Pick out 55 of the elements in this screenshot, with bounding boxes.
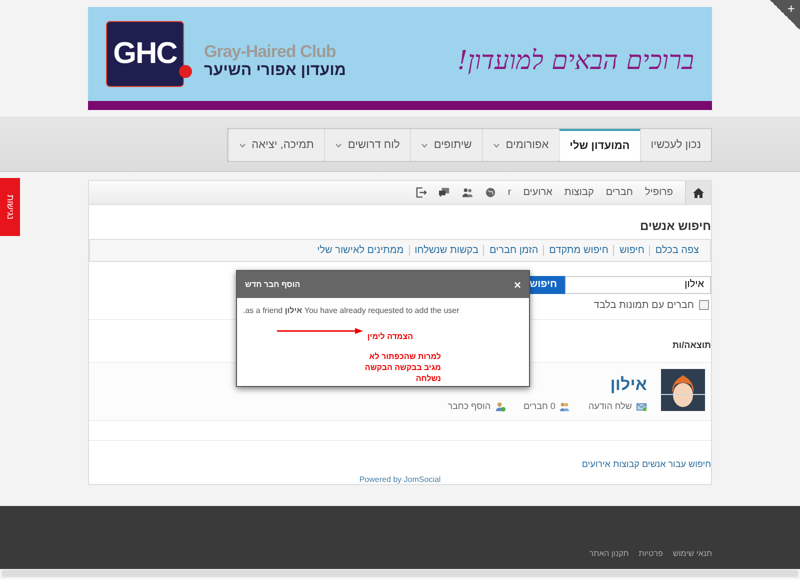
dialog-title: הוסף חבר חדש — [245, 280, 300, 289]
annotation-text: למרות שהכפתור לא מגיב בבקשה הבקשה נשלחה — [364, 351, 441, 385]
caret-icon — [492, 142, 500, 148]
toolbar-link[interactable]: חברים — [606, 187, 633, 198]
avatar[interactable] — [661, 368, 705, 411]
users-icon — [559, 400, 570, 412]
sub-menu-link[interactable]: צפה בכלם — [649, 244, 704, 256]
dot-icon — [179, 64, 192, 78]
sub-menu-link[interactable]: הזמן חברים — [483, 244, 544, 256]
corner-button[interactable]: + — [770, 0, 800, 30]
sub-menu-link[interactable]: חיפוש מתקדם — [543, 244, 614, 256]
user-action[interactable]: הוסף כחבר — [448, 400, 506, 412]
checkbox[interactable] — [699, 300, 709, 310]
menu-tab[interactable]: המועדון שלי — [558, 129, 640, 161]
search-for-text: חיפוש עבור אנשים קבוצות אירועים — [580, 459, 711, 469]
sub-menu-link[interactable]: חיפוש — [613, 244, 650, 256]
checkbox-label: חברים עם תמונות בלבד — [594, 300, 694, 311]
menu-tab[interactable]: לוח דרושים — [324, 129, 410, 161]
club-name: מועדון אפורי השיער — [204, 62, 346, 80]
toolbar-link[interactable]: פרופיל — [644, 187, 673, 198]
menu-tab[interactable]: אפורומים — [482, 129, 559, 161]
results-label: תוצאה/ות — [671, 340, 711, 350]
menu-tab[interactable]: שיתופים — [410, 129, 482, 161]
toolbar-link[interactable]: r — [508, 187, 512, 198]
footer-link[interactable]: תנאי שימוש — [672, 549, 712, 558]
caret-icon — [238, 142, 246, 148]
sub-menu-link[interactable]: ממתינים לאישור שלי — [312, 244, 409, 256]
users-icon[interactable] — [462, 187, 473, 198]
close-button[interactable]: × — [514, 278, 521, 292]
accessibility-tab[interactable]: נגישות — [0, 178, 20, 236]
sub-menu-link[interactable]: בקשות שנשלחו — [408, 244, 484, 256]
page-title: חיפוש אנשים — [638, 219, 711, 233]
logo: GHC — [106, 21, 184, 87]
footer-link[interactable]: פרטיות — [638, 549, 663, 558]
toolbar-link[interactable]: קבוצות — [564, 187, 594, 198]
caret-icon — [420, 142, 428, 148]
footer-link[interactable]: תקנון האתר — [589, 549, 629, 558]
search-field[interactable]: אילון — [565, 276, 711, 294]
chat-icon[interactable] — [438, 187, 450, 198]
home-icon — [693, 188, 704, 198]
club-name: Gray-Haired Club — [204, 42, 337, 62]
scrollbar[interactable] — [2, 570, 798, 577]
add-user-icon — [494, 400, 506, 412]
toolbar-link[interactable]: ארועים — [523, 187, 552, 198]
home-button[interactable] — [685, 181, 711, 204]
logout-icon[interactable] — [416, 187, 427, 198]
user-name[interactable]: אילון — [610, 374, 647, 395]
annotation-text: הצמדה לימין — [367, 332, 413, 341]
powered-by-link[interactable]: Powered by JomSocial — [359, 475, 441, 484]
menu-tab[interactable]: תמיכה, יציאה — [228, 129, 324, 161]
envelope-icon — [636, 400, 647, 412]
slogan: ברוכים הבאים למועדון! — [457, 46, 694, 76]
user-action[interactable]: 0 חברים — [524, 400, 570, 412]
caret-icon — [334, 142, 342, 148]
user-action[interactable]: שלח הודעה — [588, 400, 647, 412]
